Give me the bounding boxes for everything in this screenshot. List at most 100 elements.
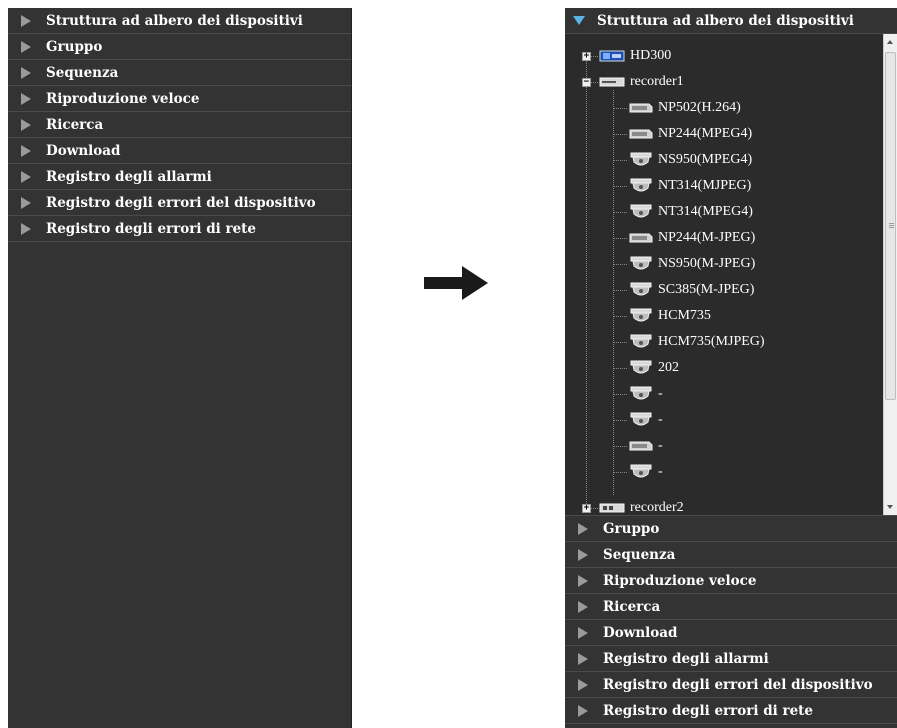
tree-connector xyxy=(613,108,627,109)
tree-node-camera[interactable]: NS950(MPEG4) xyxy=(629,149,752,171)
tree-connector xyxy=(613,368,627,369)
tree-node-hd300[interactable]: HD300 xyxy=(599,45,671,67)
tree-node-camera[interactable]: NS950(M-JPEG) xyxy=(629,253,755,275)
tree-collapse-button[interactable]: − xyxy=(582,78,591,87)
tree-expand-button[interactable]: + xyxy=(582,504,591,513)
dome-camera-icon xyxy=(630,152,652,166)
tree-connector xyxy=(613,420,627,421)
menu-item-device-error-log[interactable]: Registro degli errori del dispositivo xyxy=(8,190,351,216)
menu-item-quick-playback[interactable]: Riproduzione veloce xyxy=(565,568,897,594)
tree-node-label: NP244(MPEG4) xyxy=(658,126,753,141)
tree-expand-button[interactable]: + xyxy=(582,52,591,61)
menu-item-sequence[interactable]: Sequenza xyxy=(8,60,351,86)
menu-item-label: Registro degli errori del dispositivo xyxy=(46,194,316,211)
menu-item-download[interactable]: Download xyxy=(565,620,897,646)
menu-item-group[interactable]: Gruppo xyxy=(8,34,351,60)
tree-node-label: NP244(M-JPEG) xyxy=(658,230,756,245)
tree-node-recorder2[interactable]: recorder2 xyxy=(599,497,684,515)
menu-item-label: Registro degli allarmi xyxy=(603,650,769,667)
scroll-up-button[interactable] xyxy=(884,34,897,50)
tree-node-camera[interactable]: - xyxy=(629,461,663,483)
menu-item-label: Download xyxy=(603,624,678,641)
expand-arrow-icon xyxy=(578,548,588,561)
tree-node-label: HD300 xyxy=(630,48,672,63)
expand-arrow-icon xyxy=(578,678,588,691)
menu-item-group[interactable]: Gruppo xyxy=(565,516,897,542)
menu-item-network-error-log[interactable]: Registro degli errori di rete xyxy=(8,216,351,242)
menu-item-device-tree[interactable]: Struttura ad albero dei dispositivi xyxy=(8,8,351,34)
tree-node-label: HCM735 xyxy=(658,308,711,323)
device-tree-view[interactable]: + HD300 − recorder1 NP502(H.264) NP244(M… xyxy=(565,34,897,516)
chevron-up-icon xyxy=(887,40,893,44)
tree-node-label: NP502(H.264) xyxy=(658,100,741,115)
menu-item-device-tree-expanded[interactable]: Struttura ad albero dei dispositivi xyxy=(565,8,897,34)
box-camera-icon xyxy=(629,103,653,113)
tree-node-camera[interactable]: 202 xyxy=(629,357,679,379)
menu-item-label: Ricerca xyxy=(603,598,661,615)
tree-node-camera[interactable]: HCM735(MJPEG) xyxy=(629,331,765,353)
tree-connector xyxy=(613,264,627,265)
dome-camera-icon xyxy=(630,360,652,374)
tree-node-label: - xyxy=(658,464,663,479)
tree-node-camera[interactable]: HCM735 xyxy=(629,305,711,327)
tree-node-camera[interactable]: NP244(M-JPEG) xyxy=(629,227,755,249)
menu-item-label: Registro degli errori di rete xyxy=(46,220,257,237)
tree-connector xyxy=(586,56,587,508)
tree-node-label: 202 xyxy=(658,360,679,375)
menu-item-search[interactable]: Ricerca xyxy=(565,594,897,620)
expand-arrow-icon xyxy=(21,40,31,53)
menu-item-label: Sequenza xyxy=(46,64,119,81)
tree-connector xyxy=(613,90,614,495)
chevron-down-icon xyxy=(887,505,893,509)
tree-node-camera[interactable]: NP502(H.264) xyxy=(629,97,741,119)
dome-camera-icon xyxy=(630,412,652,426)
tree-node-label: recorder2 xyxy=(630,500,684,515)
tree-node-label: - xyxy=(658,386,663,401)
menu-item-alarm-log[interactable]: Registro degli allarmi xyxy=(565,646,897,672)
menu-item-search[interactable]: Ricerca xyxy=(8,112,351,138)
expand-arrow-icon xyxy=(21,92,31,105)
menu-item-sequence[interactable]: Sequenza xyxy=(565,542,897,568)
expand-arrow-icon xyxy=(21,170,31,183)
grip-line xyxy=(889,223,894,224)
tree-node-camera[interactable]: - xyxy=(629,383,663,405)
tree-node-camera[interactable]: NT314(MPEG4) xyxy=(629,201,753,223)
tree-node-label: - xyxy=(658,412,663,427)
menu-item-label: Struttura ad albero dei dispositivi xyxy=(46,12,303,29)
tree-scrollbar[interactable] xyxy=(883,34,897,515)
tree-node-camera[interactable]: NP244(MPEG4) xyxy=(629,123,752,145)
menu-item-device-error-log[interactable]: Registro degli errori del dispositivo xyxy=(565,672,897,698)
tree-node-camera[interactable]: - xyxy=(629,409,663,431)
device-tree: + HD300 − recorder1 NP502(H.264) NP244(M… xyxy=(565,34,883,515)
box-camera-icon xyxy=(629,233,653,243)
expand-arrow-icon xyxy=(578,652,588,665)
left-menu-panel: Struttura ad albero dei dispositivi Grup… xyxy=(8,8,352,728)
menu-item-quick-playback[interactable]: Riproduzione veloce xyxy=(8,86,351,112)
scrollbar-thumb[interactable] xyxy=(885,52,896,400)
tree-node-recorder1[interactable]: recorder1 xyxy=(599,71,684,93)
menu-item-alarm-log[interactable]: Registro degli allarmi xyxy=(8,164,351,190)
expand-arrow-icon xyxy=(21,118,31,131)
tree-connector xyxy=(613,186,627,187)
dome-camera-icon xyxy=(630,308,652,322)
tree-connector xyxy=(613,316,627,317)
dome-camera-icon xyxy=(630,282,652,296)
expand-arrow-icon xyxy=(578,600,588,613)
menu-item-label: Gruppo xyxy=(603,520,660,537)
tree-node-camera[interactable]: SC385(M-JPEG) xyxy=(629,279,754,301)
box-camera-icon xyxy=(629,441,653,451)
expand-arrow-icon xyxy=(578,704,588,717)
box-camera-icon xyxy=(629,129,653,139)
tree-node-label: NT314(MPEG4) xyxy=(658,204,753,219)
tree-connector xyxy=(613,472,627,473)
scroll-down-button[interactable] xyxy=(884,499,897,515)
tree-node-label: NS950(M-JPEG) xyxy=(658,256,756,271)
menu-item-network-error-log[interactable]: Registro degli errori di rete xyxy=(565,698,897,724)
recorder-icon xyxy=(599,503,625,513)
expand-arrow-icon xyxy=(578,626,588,639)
tree-node-camera[interactable]: NT314(MJPEG) xyxy=(629,175,751,197)
tree-connector xyxy=(613,238,627,239)
menu-item-download[interactable]: Download xyxy=(8,138,351,164)
tree-node-camera[interactable]: - xyxy=(629,435,663,457)
arrow-right-icon xyxy=(424,266,488,300)
